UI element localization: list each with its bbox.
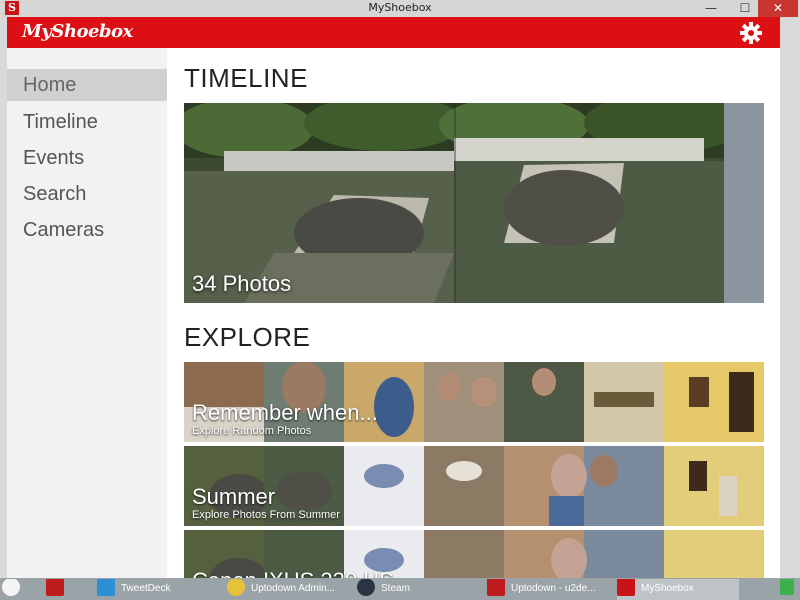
explore-heading: EXPLORE	[184, 322, 311, 352]
steam-icon	[357, 579, 375, 597]
main-panel: TIMELINE 34 Photos EXPLORE Remember when…	[184, 48, 780, 578]
action-center-icon	[780, 579, 794, 596]
taskbar-item-label: Uptodown - u2de...	[511, 583, 596, 594]
sidebar-item-timeline[interactable]: Timeline	[7, 106, 167, 138]
taskbar-item-tweetdeck[interactable]: TweetDeck	[97, 579, 220, 600]
taskbar-item-label: Steam	[381, 583, 410, 594]
timeline-hero-tile[interactable]: 34 Photos	[184, 103, 764, 303]
taskbar-item-chrome[interactable]: Uptodown Admin...	[227, 579, 352, 600]
twitter-icon	[97, 579, 115, 597]
filezilla-icon	[487, 579, 505, 597]
tile-title: Summer	[192, 484, 276, 509]
taskbar-item-steam[interactable]: Steam	[357, 579, 477, 600]
sidebar-item-search[interactable]: Search	[7, 178, 167, 210]
gnome-icon	[2, 579, 20, 597]
taskbar-item[interactable]	[46, 579, 76, 600]
sidebar-item-cameras[interactable]: Cameras	[7, 214, 167, 246]
sidebar-item-events[interactable]: Events	[7, 142, 167, 174]
tray-item[interactable]	[780, 579, 798, 600]
photo-count-label: 34 Photos	[192, 271, 292, 296]
timeline-heading: TIMELINE	[184, 63, 308, 93]
tile-title: Canon IXUS 230 HS	[192, 568, 394, 578]
explore-tile-camera[interactable]: Canon IXUS 230 HS	[184, 530, 764, 578]
tile-subtitle: Explore Photos From Summer	[192, 509, 340, 521]
gear-icon[interactable]	[739, 21, 763, 45]
taskbar-item-label: TweetDeck	[121, 583, 171, 594]
taskbar-item-label: MyShoebox	[641, 583, 694, 594]
window-title: MyShoebox	[368, 1, 432, 14]
app-header: MyShoebox	[7, 17, 780, 48]
explore-tile-random[interactable]: Remember when... Explore Random Photos	[184, 362, 764, 442]
tile-title: Remember when...	[192, 400, 378, 425]
minimize-button[interactable]: —	[698, 0, 724, 17]
app-content: Home Timeline Events Search Cameras TIME…	[7, 48, 780, 578]
window-titlebar[interactable]: S MyShoebox — ☐ ✕	[0, 0, 800, 17]
chrome-icon	[227, 579, 245, 597]
filezilla-icon	[46, 579, 64, 597]
explore-tile-summer[interactable]: Summer Explore Photos From Summer	[184, 446, 764, 526]
brand-logo: MyShoebox	[22, 21, 133, 42]
taskbar-item[interactable]	[2, 579, 28, 600]
close-button[interactable]: ✕	[758, 0, 798, 17]
tile-subtitle: Explore Random Photos	[192, 425, 312, 437]
sidebar-nav: Home Timeline Events Search Cameras	[7, 48, 167, 578]
sidebar-item-home[interactable]: Home	[7, 69, 167, 101]
taskbar-item-label: Uptodown Admin...	[251, 583, 335, 594]
myshoebox-icon	[617, 579, 635, 597]
taskbar-item-filezilla[interactable]: Uptodown - u2de...	[487, 579, 612, 600]
os-taskbar: TweetDeck Uptodown Admin... Steam Uptodo…	[0, 578, 800, 600]
maximize-button[interactable]: ☐	[732, 0, 758, 17]
taskbar-item-myshoebox[interactable]: MyShoebox	[617, 579, 739, 600]
